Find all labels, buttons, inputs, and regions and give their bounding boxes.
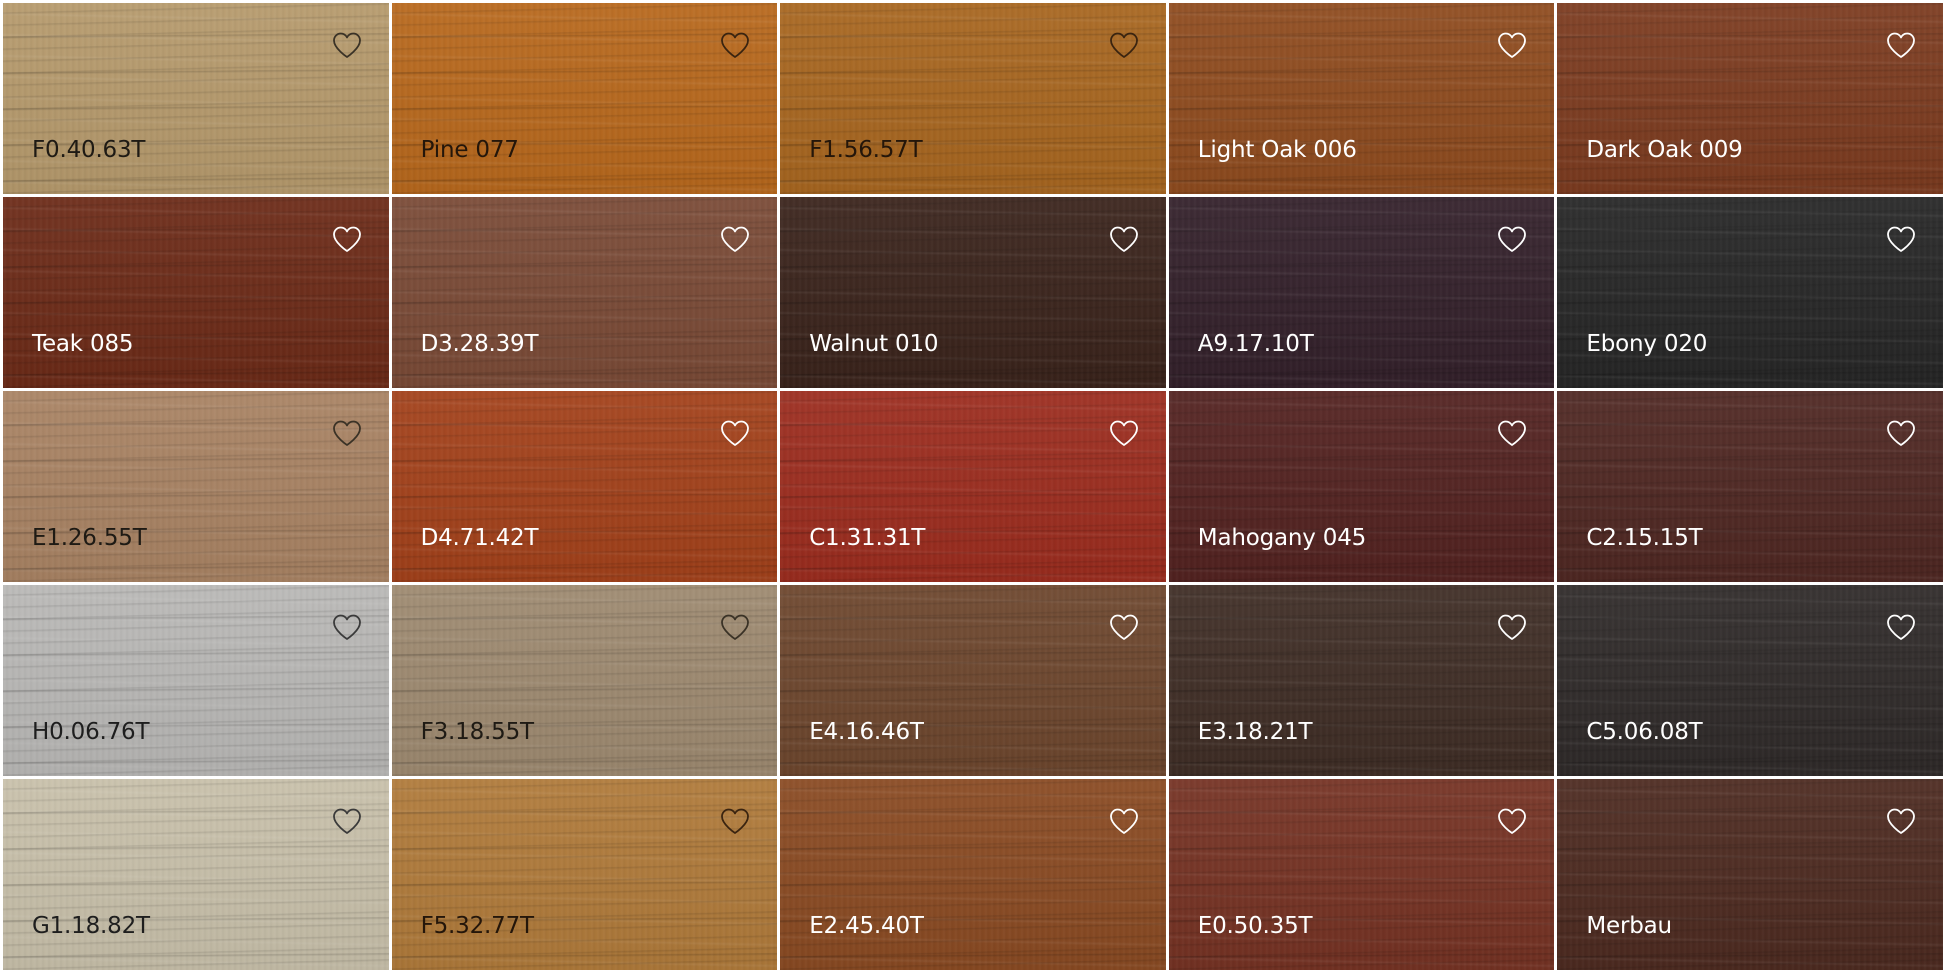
color-swatch[interactable]: G1.18.82T: [3, 779, 389, 970]
favorite-heart-icon[interactable]: [1885, 806, 1917, 836]
color-swatch[interactable]: E0.50.35T: [1168, 779, 1555, 970]
swatch-label: E3.18.21T: [1197, 719, 1313, 745]
favorite-heart-icon[interactable]: [331, 30, 363, 60]
favorite-heart-icon[interactable]: [1496, 612, 1528, 642]
swatch-label: E1.26.55T: [32, 525, 147, 551]
favorite-heart-icon[interactable]: [331, 224, 363, 254]
color-swatch[interactable]: E4.16.46T: [780, 585, 1166, 776]
favorite-heart-icon[interactable]: [331, 806, 363, 836]
color-swatch[interactable]: E2.45.40T: [780, 779, 1166, 970]
favorite-heart-icon[interactable]: [1108, 224, 1140, 254]
swatch-label: Ebony 020: [1586, 331, 1708, 357]
favorite-heart-icon[interactable]: [1885, 224, 1917, 254]
favorite-heart-icon[interactable]: [1496, 418, 1528, 448]
swatch-label: Mahogany 045: [1197, 525, 1367, 551]
color-swatch[interactable]: Pine 077: [391, 3, 778, 194]
color-swatch-grid: F0.40.63T Pine 077 F1.56.57T Light Oak 0…: [0, 0, 1946, 973]
swatch-label: D4.71.42T: [420, 525, 539, 551]
color-swatch[interactable]: H0.06.76T: [3, 585, 389, 776]
color-swatch[interactable]: F1.56.57T: [780, 3, 1166, 194]
color-swatch[interactable]: C1.31.31T: [780, 391, 1166, 582]
swatch-label: Dark Oak 009: [1586, 137, 1743, 163]
favorite-heart-icon[interactable]: [331, 418, 363, 448]
favorite-heart-icon[interactable]: [1108, 806, 1140, 836]
favorite-heart-icon[interactable]: [719, 806, 751, 836]
swatch-label: C2.15.15T: [1586, 525, 1703, 551]
color-swatch[interactable]: F5.32.77T: [391, 779, 778, 970]
color-swatch[interactable]: D3.28.39T: [391, 197, 778, 388]
color-swatch[interactable]: Mahogany 045: [1168, 391, 1555, 582]
favorite-heart-icon[interactable]: [1496, 224, 1528, 254]
favorite-heart-icon[interactable]: [719, 224, 751, 254]
favorite-heart-icon[interactable]: [331, 612, 363, 642]
favorite-heart-icon[interactable]: [719, 30, 751, 60]
color-swatch[interactable]: Merbau: [1557, 779, 1943, 970]
color-swatch[interactable]: F0.40.63T: [3, 3, 389, 194]
color-swatch[interactable]: A9.17.10T: [1168, 197, 1555, 388]
favorite-heart-icon[interactable]: [1496, 806, 1528, 836]
swatch-label: C5.06.08T: [1586, 719, 1703, 745]
swatch-label: Merbau: [1586, 913, 1672, 939]
color-swatch[interactable]: E1.26.55T: [3, 391, 389, 582]
favorite-heart-icon[interactable]: [1108, 30, 1140, 60]
color-swatch[interactable]: Teak 085: [3, 197, 389, 388]
swatch-label: C1.31.31T: [809, 525, 926, 551]
favorite-heart-icon[interactable]: [719, 612, 751, 642]
swatch-label: Walnut 010: [809, 331, 939, 357]
swatch-label: E2.45.40T: [809, 913, 924, 939]
favorite-heart-icon[interactable]: [1108, 418, 1140, 448]
favorite-heart-icon[interactable]: [719, 418, 751, 448]
color-swatch[interactable]: Walnut 010: [780, 197, 1166, 388]
swatch-label: E4.16.46T: [809, 719, 924, 745]
swatch-label: A9.17.10T: [1197, 331, 1314, 357]
swatch-label: E0.50.35T: [1197, 913, 1313, 939]
color-swatch[interactable]: Light Oak 006: [1168, 3, 1555, 194]
favorite-heart-icon[interactable]: [1496, 30, 1528, 60]
color-swatch[interactable]: C2.15.15T: [1557, 391, 1943, 582]
swatch-label: F5.32.77T: [420, 913, 534, 939]
favorite-heart-icon[interactable]: [1108, 612, 1140, 642]
swatch-label: G1.18.82T: [32, 913, 150, 939]
color-swatch[interactable]: F3.18.55T: [391, 585, 778, 776]
swatch-label: F3.18.55T: [420, 719, 534, 745]
swatch-label: Teak 085: [32, 331, 134, 357]
color-swatch[interactable]: E3.18.21T: [1168, 585, 1555, 776]
swatch-label: D3.28.39T: [420, 331, 539, 357]
color-swatch[interactable]: Dark Oak 009: [1557, 3, 1943, 194]
swatch-label: F0.40.63T: [32, 137, 146, 163]
color-swatch[interactable]: Ebony 020: [1557, 197, 1943, 388]
favorite-heart-icon[interactable]: [1885, 418, 1917, 448]
swatch-label: H0.06.76T: [32, 719, 150, 745]
color-swatch[interactable]: D4.71.42T: [391, 391, 778, 582]
swatch-label: Light Oak 006: [1197, 137, 1357, 163]
favorite-heart-icon[interactable]: [1885, 30, 1917, 60]
color-swatch[interactable]: C5.06.08T: [1557, 585, 1943, 776]
favorite-heart-icon[interactable]: [1885, 612, 1917, 642]
swatch-label: F1.56.57T: [809, 137, 923, 163]
swatch-label: Pine 077: [420, 137, 519, 163]
